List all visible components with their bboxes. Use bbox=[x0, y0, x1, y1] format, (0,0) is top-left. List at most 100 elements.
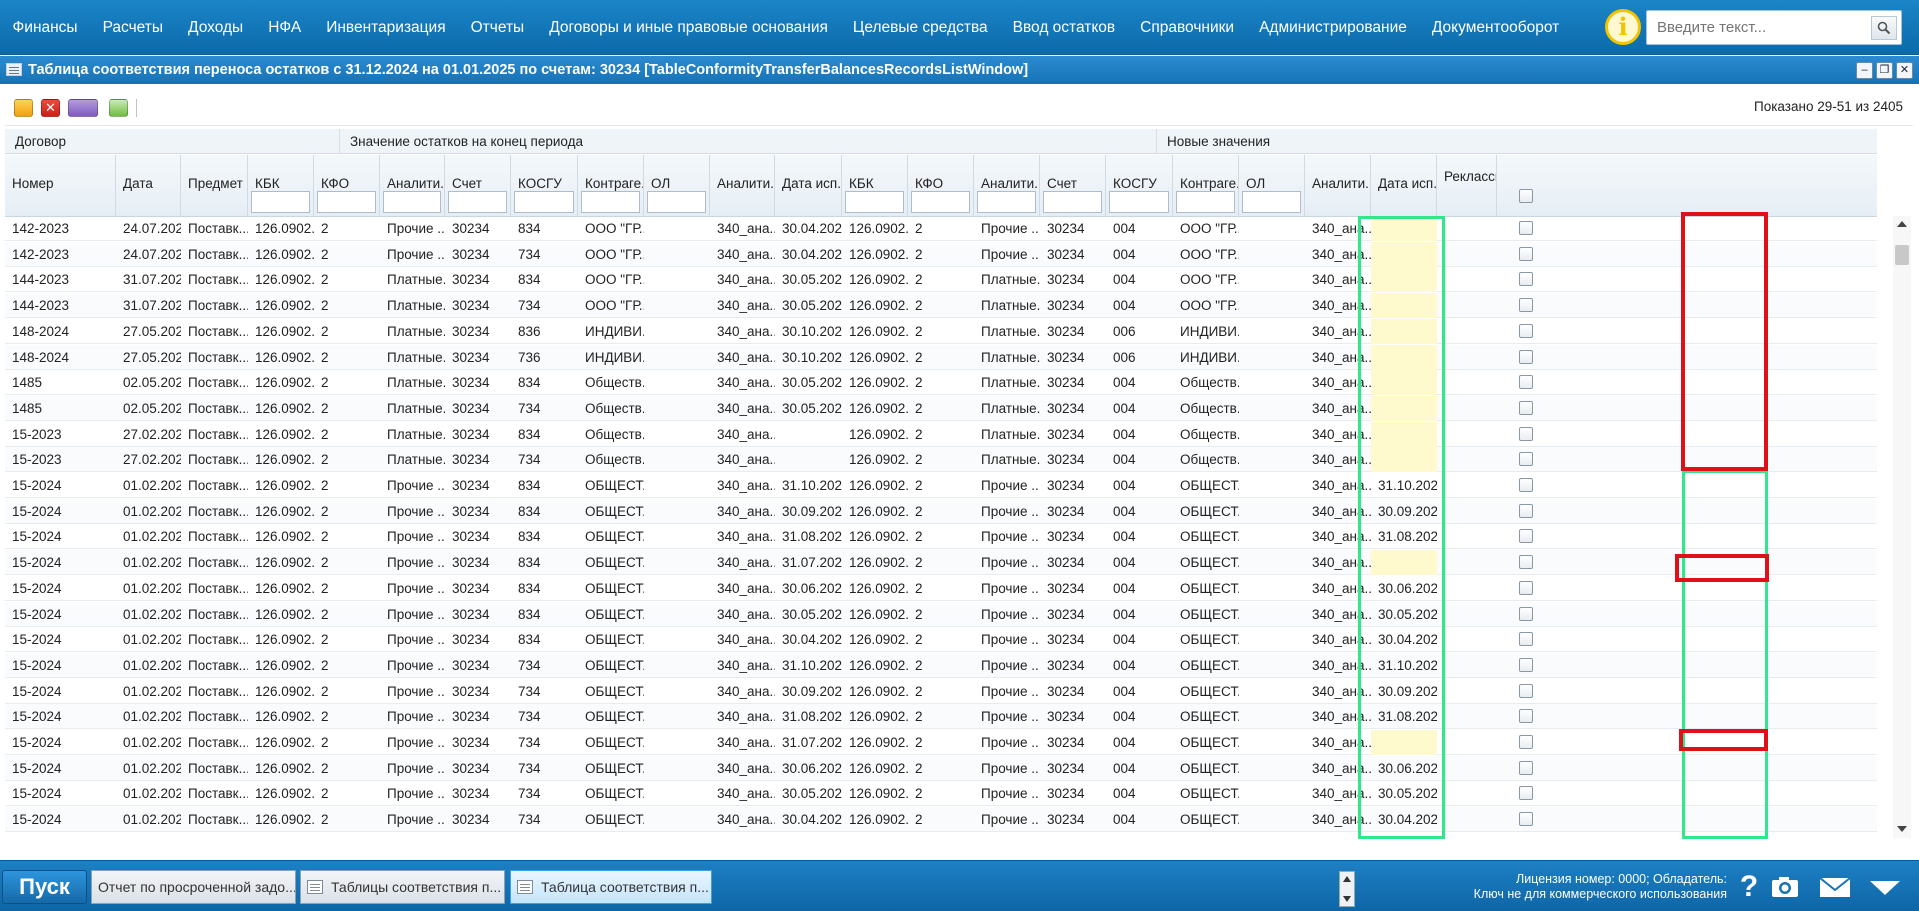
table-cell[interactable]: 144-2023 bbox=[5, 293, 116, 318]
table-cell[interactable] bbox=[1371, 422, 1437, 447]
table-cell[interactable] bbox=[1239, 730, 1305, 755]
table-cell[interactable] bbox=[644, 293, 710, 318]
table-cell[interactable] bbox=[644, 576, 710, 601]
table-row[interactable]: 15-202401.02.2024Поставк...126.0902...2П… bbox=[5, 576, 1877, 601]
edit-pencil-icon[interactable] bbox=[14, 99, 33, 117]
table-cell[interactable]: Прочие ... bbox=[974, 730, 1040, 755]
column-header[interactable]: Аналити... bbox=[380, 155, 445, 217]
table-cell[interactable]: 01.02.2024 bbox=[116, 653, 181, 678]
table-cell[interactable] bbox=[1371, 730, 1437, 755]
table-cell[interactable] bbox=[1371, 396, 1437, 421]
table-row[interactable]: 15-202401.02.2024Поставк...126.0902...2П… bbox=[5, 627, 1877, 652]
table-cell[interactable]: Поставк... bbox=[181, 756, 248, 781]
table-cell[interactable]: 126.0902... bbox=[842, 602, 908, 627]
column-filter-input[interactable] bbox=[911, 191, 970, 213]
task-tables-conformity[interactable]: Таблицы соответствия п... bbox=[300, 870, 505, 904]
table-cell[interactable]: 834 bbox=[511, 524, 578, 549]
table-cell[interactable]: 30234 bbox=[445, 550, 511, 575]
menu-item[interactable]: НФА bbox=[256, 19, 314, 37]
table-cell[interactable]: 126.0902... bbox=[842, 370, 908, 395]
table-cell[interactable]: 340_ана... bbox=[1305, 319, 1371, 344]
table-cell[interactable]: 2 bbox=[314, 499, 380, 524]
table-cell[interactable]: 340_ана... bbox=[1305, 730, 1371, 755]
table-cell[interactable] bbox=[644, 679, 710, 704]
table-cell[interactable]: 834 bbox=[511, 576, 578, 601]
table-cell[interactable] bbox=[1239, 216, 1305, 241]
table-cell[interactable]: 126.0902... bbox=[842, 499, 908, 524]
table-cell[interactable]: 2 bbox=[908, 653, 974, 678]
table-cell[interactable]: Поставк... bbox=[181, 781, 248, 806]
table-cell[interactable]: 2 bbox=[314, 807, 380, 832]
table-cell[interactable] bbox=[644, 345, 710, 370]
table-cell[interactable]: 30234 bbox=[1040, 756, 1106, 781]
table-cell[interactable]: 31.08.2024 bbox=[1371, 524, 1437, 549]
table-cell[interactable]: Поставк... bbox=[181, 653, 248, 678]
table-cell[interactable]: 340_ана... bbox=[710, 781, 775, 806]
table-cell[interactable]: 126.0902... bbox=[248, 216, 314, 241]
table-row[interactable]: 142-202324.07.2023Поставк...126.0902...2… bbox=[5, 242, 1877, 267]
reclassification-checkbox[interactable] bbox=[1519, 529, 1533, 543]
table-cell[interactable]: 340_ана... bbox=[710, 293, 775, 318]
task-table-conformity-active[interactable]: Таблица соответствия п... bbox=[510, 870, 712, 904]
column-filter-input[interactable] bbox=[1109, 191, 1169, 213]
table-cell[interactable]: 2 bbox=[314, 267, 380, 292]
table-cell[interactable]: 27.05.2024 bbox=[116, 345, 181, 370]
column-filter-input[interactable] bbox=[1043, 191, 1102, 213]
table-cell[interactable]: 340_ана... bbox=[1305, 370, 1371, 395]
table-cell[interactable]: 30.06.2024 bbox=[775, 576, 842, 601]
table-cell[interactable]: 30.04.2024 bbox=[1371, 807, 1437, 832]
table-cell[interactable]: 734 bbox=[511, 756, 578, 781]
table-cell[interactable]: ОБЩЕСТ... bbox=[1173, 756, 1239, 781]
table-cell[interactable]: 340_ана... bbox=[1305, 807, 1371, 832]
table-row[interactable]: 15-202401.02.2024Поставк...126.0902...2П… bbox=[5, 653, 1877, 678]
table-cell[interactable]: 30234 bbox=[1040, 370, 1106, 395]
table-cell[interactable]: 340_ана... bbox=[1305, 653, 1371, 678]
table-cell[interactable]: Прочие ... bbox=[974, 242, 1040, 267]
table-cell[interactable]: Прочие ... bbox=[974, 499, 1040, 524]
reclassification-checkbox[interactable] bbox=[1519, 607, 1533, 621]
table-cell[interactable]: 30234 bbox=[445, 730, 511, 755]
table-cell[interactable]: Поставк... bbox=[181, 267, 248, 292]
table-cell[interactable]: ООО "ГР... bbox=[1173, 293, 1239, 318]
column-header[interactable]: Счет bbox=[445, 155, 511, 217]
table-cell[interactable]: 126.0902... bbox=[842, 679, 908, 704]
table-cell[interactable]: ОБЩЕСТ... bbox=[1173, 807, 1239, 832]
table-cell[interactable] bbox=[1239, 473, 1305, 498]
table-cell[interactable]: Поставк... bbox=[181, 319, 248, 344]
table-cell[interactable]: 15-2023 bbox=[5, 447, 116, 472]
table-cell[interactable]: 004 bbox=[1106, 216, 1173, 241]
table-cell[interactable]: 30.09.2024 bbox=[775, 499, 842, 524]
table-cell[interactable] bbox=[644, 370, 710, 395]
table-cell[interactable]: 126.0902... bbox=[842, 422, 908, 447]
table-cell[interactable]: 31.07.2024 bbox=[775, 730, 842, 755]
table-cell[interactable]: Обществ... bbox=[578, 447, 644, 472]
table-cell[interactable] bbox=[644, 422, 710, 447]
select-all-checkbox[interactable] bbox=[1519, 189, 1533, 203]
table-cell[interactable]: 15-2024 bbox=[5, 550, 116, 575]
table-cell[interactable]: 30234 bbox=[445, 345, 511, 370]
table-cell[interactable]: 30234 bbox=[445, 473, 511, 498]
table-cell[interactable]: 30234 bbox=[1040, 550, 1106, 575]
table-cell[interactable] bbox=[1239, 396, 1305, 421]
table-cell[interactable]: 004 bbox=[1106, 627, 1173, 652]
start-button[interactable]: Пуск bbox=[2, 870, 87, 904]
table-cell[interactable]: 31.08.2024 bbox=[775, 704, 842, 729]
table-cell[interactable] bbox=[1371, 370, 1437, 395]
table-cell[interactable] bbox=[644, 627, 710, 652]
table-cell[interactable]: 340_ана... bbox=[710, 370, 775, 395]
table-cell[interactable]: 126.0902... bbox=[248, 242, 314, 267]
table-cell[interactable]: Поставк... bbox=[181, 730, 248, 755]
table-cell[interactable]: 340_ана... bbox=[710, 319, 775, 344]
table-cell[interactable]: 126.0902... bbox=[842, 242, 908, 267]
scroll-thumb[interactable] bbox=[1895, 245, 1909, 265]
table-cell[interactable]: ОБЩЕСТ... bbox=[1173, 499, 1239, 524]
table-cell[interactable]: 01.02.2024 bbox=[116, 756, 181, 781]
table-cell[interactable]: 340_ана... bbox=[710, 550, 775, 575]
table-cell[interactable]: 126.0902... bbox=[248, 447, 314, 472]
table-row[interactable]: 15-202401.02.2024Поставк...126.0902...2П… bbox=[5, 730, 1877, 755]
table-cell[interactable]: 148-2024 bbox=[5, 345, 116, 370]
table-cell[interactable]: 2 bbox=[908, 242, 974, 267]
restore-button[interactable]: ❐ bbox=[1876, 62, 1893, 79]
table-cell[interactable]: 004 bbox=[1106, 242, 1173, 267]
table-cell[interactable]: 340_ана... bbox=[710, 447, 775, 472]
